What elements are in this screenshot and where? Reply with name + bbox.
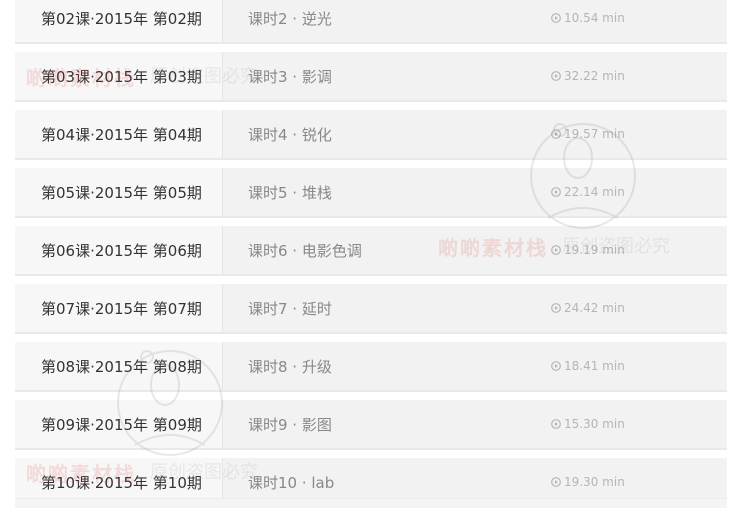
duration-text: 19.30 min [564,475,625,489]
lesson-name[interactable]: 课时3 · 影调 [248,66,332,87]
duration: 15.30 min [551,417,625,431]
lesson-row[interactable]: 第09课·2015年 第09期 课时9 · 影图 15.30 min [15,400,727,450]
play-circle-icon [551,245,561,255]
duration: 19.19 min [551,243,625,257]
lesson-cell[interactable]: 课时4 · 锐化 19.57 min [222,110,727,158]
lesson-cell[interactable]: 课时3 · 影调 32.22 min [222,52,727,100]
duration-text: 15.30 min [564,417,625,431]
course-title: 第06课·2015年 第06期 [15,226,222,274]
duration: 24.42 min [551,301,625,315]
play-circle-icon [551,303,561,313]
course-title: 第03课·2015年 第03期 [15,52,222,100]
play-circle-icon [551,13,561,23]
course-title: 第04课·2015年 第04期 [15,110,222,158]
lesson-cell[interactable]: 课时6 · 电影色调 19.19 min [222,226,727,274]
lesson-row[interactable]: 第08课·2015年 第08期 课时8 · 升级 18.41 min [15,342,727,392]
duration-text: 19.57 min [564,127,625,141]
lesson-cell[interactable]: 课时9 · 影图 15.30 min [222,400,727,448]
lesson-cell[interactable]: 课时8 · 升级 18.41 min [222,342,727,390]
duration: 19.57 min [551,127,625,141]
duration-text: 10.54 min [564,11,625,25]
lesson-name[interactable]: 课时2 · 逆光 [248,8,332,29]
lesson-list: 第02课·2015年 第02期 课时2 · 逆光 10.54 min 第03课·… [15,0,727,516]
course-title: 第02课·2015年 第02期 [15,0,222,42]
lesson-row[interactable]: 第06课·2015年 第06期 课时6 · 电影色调 19.19 min [15,226,727,276]
course-title: 第09课·2015年 第09期 [15,400,222,448]
lesson-cell[interactable]: 课时5 · 堆栈 22.14 min [222,168,727,216]
duration: 10.54 min [551,11,625,25]
lesson-cell[interactable]: 课时7 · 延时 24.42 min [222,284,727,332]
lesson-name[interactable]: 课时6 · 电影色调 [248,240,362,261]
play-circle-icon [551,361,561,371]
lesson-cell[interactable]: 课时2 · 逆光 10.54 min [222,0,727,42]
duration: 19.30 min [551,475,625,489]
lesson-row[interactable]: 第07课·2015年 第07期 课时7 · 延时 24.42 min [15,284,727,334]
lesson-row[interactable]: 第02课·2015年 第02期 课时2 · 逆光 10.54 min [15,0,727,44]
duration-text: 24.42 min [564,301,625,315]
lesson-row[interactable]: 第04课·2015年 第04期 课时4 · 锐化 19.57 min [15,110,727,160]
duration-text: 32.22 min [564,69,625,83]
lesson-name[interactable]: 课时9 · 影图 [248,414,332,435]
lesson-name[interactable]: 课时10 · lab [248,472,334,493]
lesson-name[interactable]: 课时7 · 延时 [248,298,332,319]
duration: 22.14 min [551,185,625,199]
duration: 18.41 min [551,359,625,373]
duration-text: 18.41 min [564,359,625,373]
play-circle-icon [551,71,561,81]
lesson-name[interactable]: 课时4 · 锐化 [248,124,332,145]
course-title: 第08课·2015年 第08期 [15,342,222,390]
play-circle-icon [551,477,561,487]
play-circle-icon [551,187,561,197]
play-circle-icon [551,129,561,139]
lesson-row[interactable]: 第05课·2015年 第05期 课时5 · 堆栈 22.14 min [15,168,727,218]
course-title: 第07课·2015年 第07期 [15,284,222,332]
duration: 32.22 min [551,69,625,83]
duration-text: 19.19 min [564,243,625,257]
lesson-name[interactable]: 课时8 · 升级 [248,356,332,377]
duration-text: 22.14 min [564,185,625,199]
lesson-row[interactable]: 第03课·2015年 第03期 课时3 · 影调 32.22 min [15,52,727,102]
lesson-name[interactable]: 课时5 · 堆栈 [248,182,332,203]
play-circle-icon [551,419,561,429]
course-title: 第05课·2015年 第05期 [15,168,222,216]
